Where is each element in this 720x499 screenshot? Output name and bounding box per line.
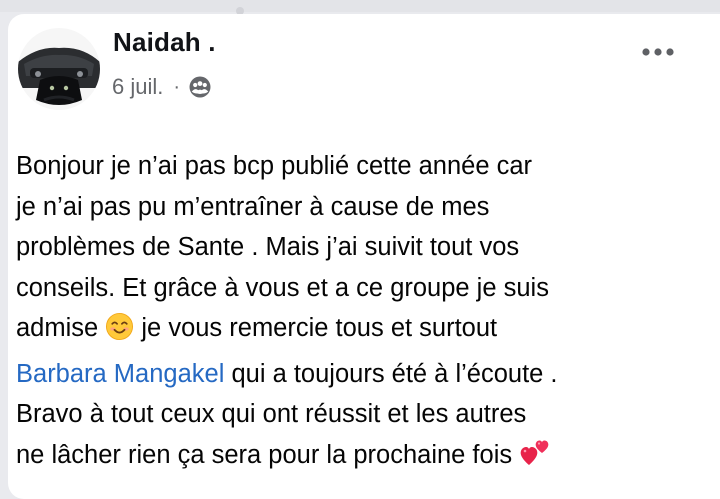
post-text-line: Bravo à tout ceux qui ont réussit et les… bbox=[16, 400, 527, 428]
mention-link[interactable]: Barbara Mangakel bbox=[16, 360, 224, 388]
post-text-segment: admise bbox=[16, 314, 99, 342]
avatar-image bbox=[18, 28, 100, 110]
post-text-line: admise je vous remercie tous et surtout bbox=[16, 308, 706, 354]
post-text-line: Bonjour je n’ai pas bcp publié cette ann… bbox=[16, 152, 533, 180]
more-options-icon bbox=[642, 48, 674, 56]
post-text-line: je n’ai pas pu m’entraîner à cause de me… bbox=[16, 192, 490, 221]
two-hearts-emoji bbox=[519, 436, 553, 481]
post-text-line: problèmes de Sante . Mais j’ai suivit to… bbox=[16, 233, 520, 261]
more-options-button[interactable] bbox=[638, 38, 678, 66]
group-audience-icon[interactable] bbox=[188, 75, 212, 99]
post-timestamp[interactable]: 6 juil. bbox=[112, 74, 163, 100]
meta-separator: · bbox=[173, 75, 181, 98]
author-avatar[interactable] bbox=[18, 28, 100, 110]
post-text-segment: ne lâcher rien ça sera pour la prochaine… bbox=[16, 440, 513, 469]
post-text-line: ne lâcher rien ça sera pour la prochaine… bbox=[16, 435, 706, 481]
post-text-segment: qui a toujours été à l’écoute . bbox=[231, 359, 558, 388]
post-text: Bonjour je n’ai pas bcp publié cette ann… bbox=[16, 146, 706, 480]
post-text-line: Barbara Mangakel qui a toujours été à l’… bbox=[16, 354, 706, 395]
smiling-face-emoji bbox=[105, 312, 134, 354]
post-text-segment: je vous remercie tous et surtout bbox=[141, 314, 498, 342]
author-name[interactable]: Naidah . bbox=[113, 27, 216, 58]
post-text-line: conseils. Et grâce à vous et a ce groupe… bbox=[16, 273, 549, 302]
post-meta: 6 juil. · bbox=[112, 73, 212, 101]
top-strip bbox=[0, 0, 720, 15]
